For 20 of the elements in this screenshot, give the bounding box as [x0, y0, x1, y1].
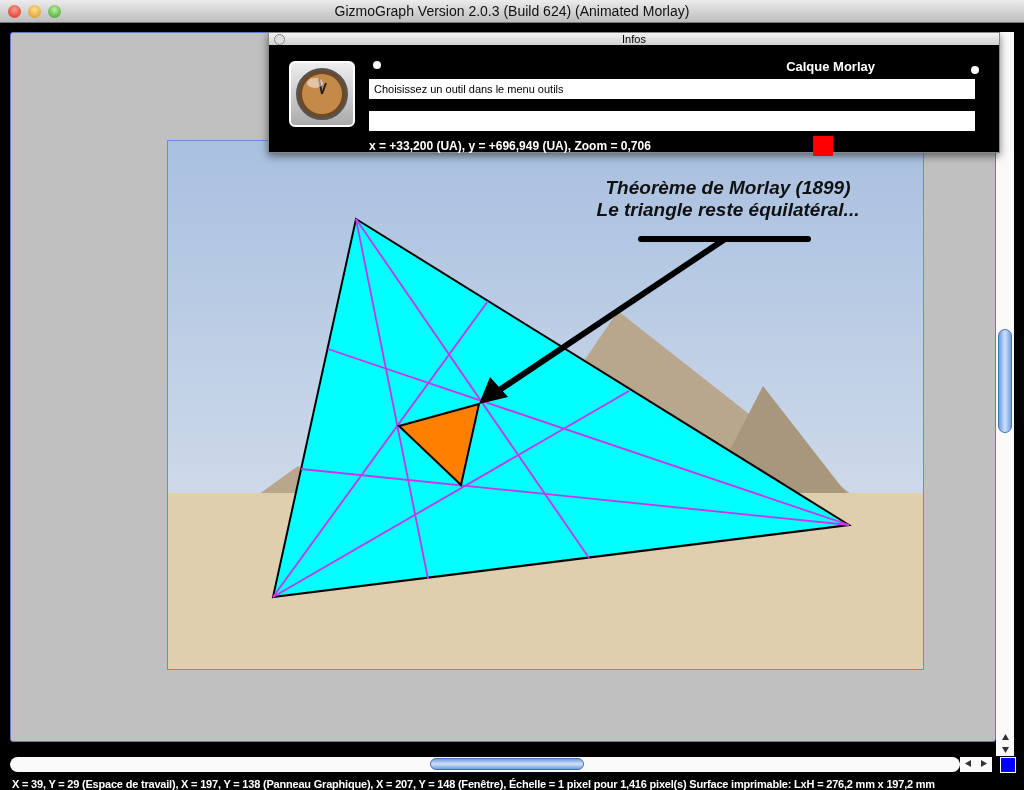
coordinates-text: x = +33,200 (UA), y = +696,949 (UA), Zoom = 0,706 — [369, 139, 651, 153]
annotation-text: Le triangle reste équilatéral... — [596, 199, 860, 221]
vertical-scrollbar[interactable] — [996, 32, 1014, 756]
clock-icon — [289, 61, 355, 127]
color-swatch-icon[interactable] — [812, 136, 833, 156]
layer-name: Calque Morlay — [786, 59, 875, 74]
input-field[interactable] — [369, 111, 975, 131]
message-field[interactable]: Choisissez un outil dans le menu outils — [369, 79, 975, 99]
scroll-thumb[interactable] — [998, 329, 1012, 433]
panel-title: Infos — [621, 33, 647, 45]
radio-dot-icon[interactable] — [971, 66, 979, 74]
annotation-text: Théorème de Morlay (1899) — [605, 177, 851, 199]
scroll-thumb[interactable] — [430, 758, 584, 770]
color-swatch-icon[interactable] — [1000, 756, 1016, 773]
radio-dot-icon[interactable] — [373, 61, 381, 69]
close-button[interactable] — [8, 4, 21, 18]
close-button[interactable] — [274, 33, 285, 45]
status-text: X = 39, Y = 29 (Espace de travail), X = 197, Y = 138 (Panneau Graphique), X = 207, Y = 148 (Fenêtre), Échelle = 1 pixel pour 1,416 pixel(s) Surface imprimable: LxH = 276,2 mm x 197,2 mm — [11, 777, 936, 790]
window-title: GizmoGraph Version 2.0.3 (Build 624) (Animated Morlay) — [334, 3, 690, 19]
horizontal-scrollbar[interactable] — [10, 757, 960, 772]
